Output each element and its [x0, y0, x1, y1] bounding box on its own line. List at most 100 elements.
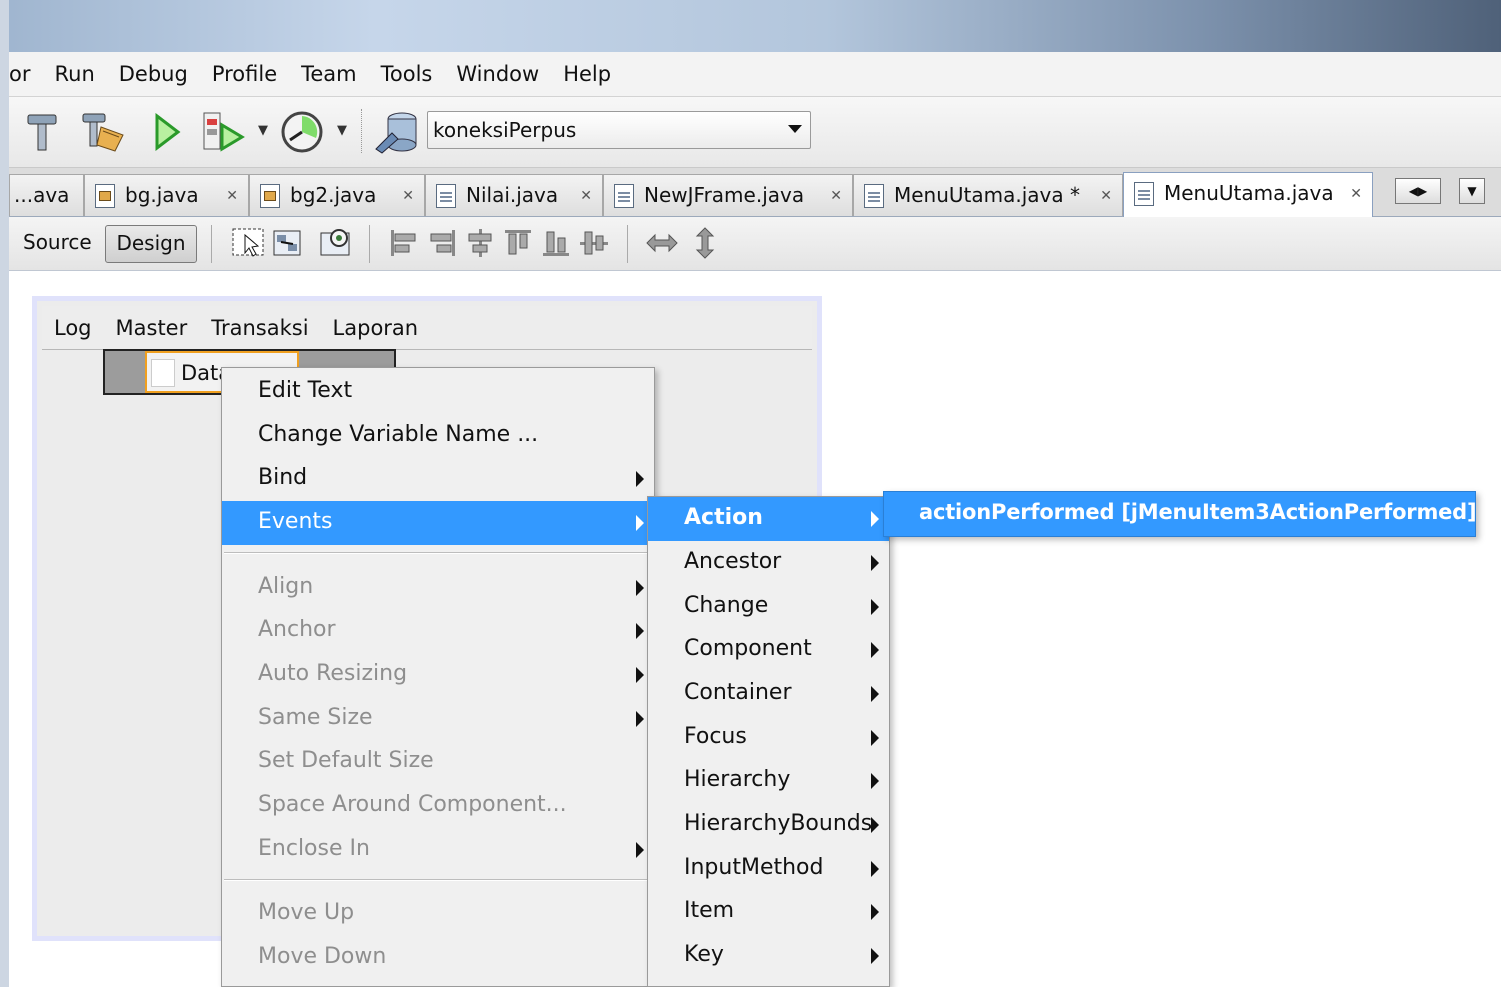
menu-item-align[interactable]: Align — [222, 566, 654, 610]
menu-item-events[interactable]: Events — [222, 501, 654, 545]
menu-item-label: Focus — [684, 724, 747, 749]
menu-separator — [224, 879, 652, 881]
menu-team[interactable]: Team — [289, 62, 369, 86]
profile-dropdown-arrow-icon[interactable]: ▼ — [337, 123, 347, 138]
ide-menu-bar: or Run Debug Profile Team Tools Window H… — [9, 52, 1501, 97]
form-menu-log[interactable]: Log — [42, 316, 104, 340]
submenu-arrow-icon — [871, 511, 879, 527]
clean-build-icon[interactable] — [79, 111, 129, 153]
menu-item-label: HierarchyBounds — [684, 811, 873, 836]
tab-list-dropdown-icon[interactable]: ▼ — [1459, 178, 1485, 204]
close-icon[interactable]: ✕ — [830, 188, 842, 204]
submenu-arrow-icon — [871, 817, 879, 833]
events-item-change[interactable]: Change — [648, 585, 889, 629]
menu-separator — [224, 552, 652, 554]
preview-design-icon[interactable] — [319, 227, 353, 259]
menu-item-anchor[interactable]: Anchor — [222, 609, 654, 653]
menu-item-edit-text[interactable]: Edit Text — [222, 370, 654, 414]
menu-item-enclose-in[interactable]: Enclose In — [222, 828, 654, 872]
menu-debug[interactable]: Debug — [107, 62, 200, 86]
menu-window[interactable]: Window — [444, 62, 551, 86]
form-menu-bar[interactable]: Log Master Transaksi Laporan — [42, 306, 812, 350]
menu-item-set-default-size[interactable]: Set Default Size — [222, 740, 654, 784]
events-item-component[interactable]: Component — [648, 628, 889, 672]
selection-mode-icon[interactable] — [231, 227, 267, 259]
tab-partial-file[interactable]: ...ava — [9, 174, 84, 216]
resize-vertically-icon[interactable] — [693, 227, 717, 259]
align-right-icon[interactable] — [427, 227, 457, 259]
tab-bg-java[interactable]: bg.java ✕ — [84, 174, 249, 216]
events-item-item[interactable]: Item — [648, 890, 889, 934]
build-hammer-icon[interactable] — [21, 111, 63, 153]
close-icon[interactable]: ✕ — [226, 188, 238, 204]
menu-item-move-up[interactable]: Move Up — [222, 892, 654, 936]
menu-item-auto-resizing[interactable]: Auto Resizing — [222, 653, 654, 697]
events-item-inputmethod[interactable]: InputMethod — [648, 847, 889, 891]
menu-item-label: Enclose In — [258, 836, 370, 861]
align-bottom-icon[interactable] — [541, 227, 571, 259]
align-left-icon[interactable] — [389, 227, 419, 259]
events-item-action[interactable]: Action — [648, 497, 889, 541]
events-item-container[interactable]: Container — [648, 672, 889, 716]
menu-item-bind[interactable]: Bind — [222, 457, 654, 501]
menu-item-label: Align — [258, 574, 314, 599]
menu-item-space-around-component[interactable]: Space Around Component... — [222, 784, 654, 828]
center-horizontally-icon[interactable] — [465, 227, 495, 259]
tab-nilai-java[interactable]: Nilai.java ✕ — [425, 174, 603, 216]
submenu-arrow-icon — [871, 730, 879, 746]
source-view-button[interactable]: Source — [23, 230, 92, 254]
project-configuration-select[interactable]: koneksiPerpus — [427, 111, 811, 149]
tab-newjframe-java[interactable]: NewJFrame.java ✕ — [603, 174, 853, 216]
java-file-icon — [1134, 182, 1154, 206]
menu-item-label: InputMethod — [684, 855, 824, 880]
form-menu-master[interactable]: Master — [104, 316, 200, 340]
tab-menuutama-java[interactable]: MenuUtama.java ✕ — [1123, 172, 1373, 217]
tab-menuutama-java-modified[interactable]: MenuUtama.java * ✕ — [853, 174, 1123, 216]
menu-item-label: Set Default Size — [258, 748, 434, 773]
menu-item-move-down[interactable]: Move Down — [222, 936, 654, 980]
form-menu-transaksi[interactable]: Transaksi — [199, 316, 320, 340]
events-item-hierarchybounds[interactable]: HierarchyBounds — [648, 803, 889, 847]
run-play-icon[interactable] — [149, 111, 185, 153]
menu-item-label: Auto Resizing — [258, 661, 408, 686]
events-item-ancestor[interactable]: Ancestor — [648, 541, 889, 585]
database-connection-icon[interactable] — [371, 111, 421, 154]
tab-scroll-left-right-buttons[interactable]: ◀▶ — [1395, 178, 1441, 204]
tab-label: Nilai.java — [466, 183, 559, 207]
menu-help[interactable]: Help — [551, 62, 623, 86]
menu-profile[interactable]: Profile — [200, 62, 289, 86]
menu-item-same-size[interactable]: Same Size — [222, 697, 654, 741]
debug-run-icon[interactable] — [199, 111, 249, 153]
tab-label: bg2.java — [290, 183, 377, 207]
align-top-icon[interactable] — [503, 227, 533, 259]
events-item-key[interactable]: Key — [648, 934, 889, 978]
design-view-button[interactable]: Design — [105, 225, 197, 263]
form-menu-laporan[interactable]: Laporan — [321, 316, 431, 340]
tab-bg2-java[interactable]: bg2.java ✕ — [249, 174, 425, 216]
menu-item-label: Same Size — [258, 705, 373, 730]
events-item-hierarchy[interactable]: Hierarchy — [648, 759, 889, 803]
debug-dropdown-arrow-icon[interactable]: ▼ — [258, 123, 268, 138]
profile-clock-icon[interactable] — [277, 111, 327, 153]
close-icon[interactable]: ✕ — [1100, 188, 1112, 204]
menu-item-label: Container — [684, 680, 792, 705]
events-item-focus[interactable]: Focus — [648, 716, 889, 760]
center-vertically-icon[interactable] — [579, 227, 609, 259]
connection-mode-icon[interactable] — [271, 227, 303, 259]
close-icon[interactable]: ✕ — [402, 188, 414, 204]
tab-label: NewJFrame.java — [644, 183, 805, 207]
menu-item-label: Change — [684, 593, 769, 618]
component-context-menu: Edit Text Change Variable Name ... Bind … — [221, 367, 655, 987]
menu-editor-partial[interactable]: or — [9, 62, 42, 86]
form-file-icon — [95, 184, 115, 208]
close-icon[interactable]: ✕ — [1350, 186, 1362, 202]
resize-horizontally-icon[interactable] — [645, 227, 679, 259]
window-left-edge — [0, 0, 9, 987]
close-icon[interactable]: ✕ — [580, 188, 592, 204]
menu-item-label: Move Down — [258, 944, 387, 969]
menu-run[interactable]: Run — [42, 62, 106, 86]
action-performed-handler-item[interactable]: actionPerformed [jMenuItem3ActionPerform… — [919, 500, 1477, 524]
menu-tools[interactable]: Tools — [369, 62, 445, 86]
menu-item-change-variable-name[interactable]: Change Variable Name ... — [222, 414, 654, 458]
tab-label: MenuUtama.java — [1164, 181, 1334, 205]
